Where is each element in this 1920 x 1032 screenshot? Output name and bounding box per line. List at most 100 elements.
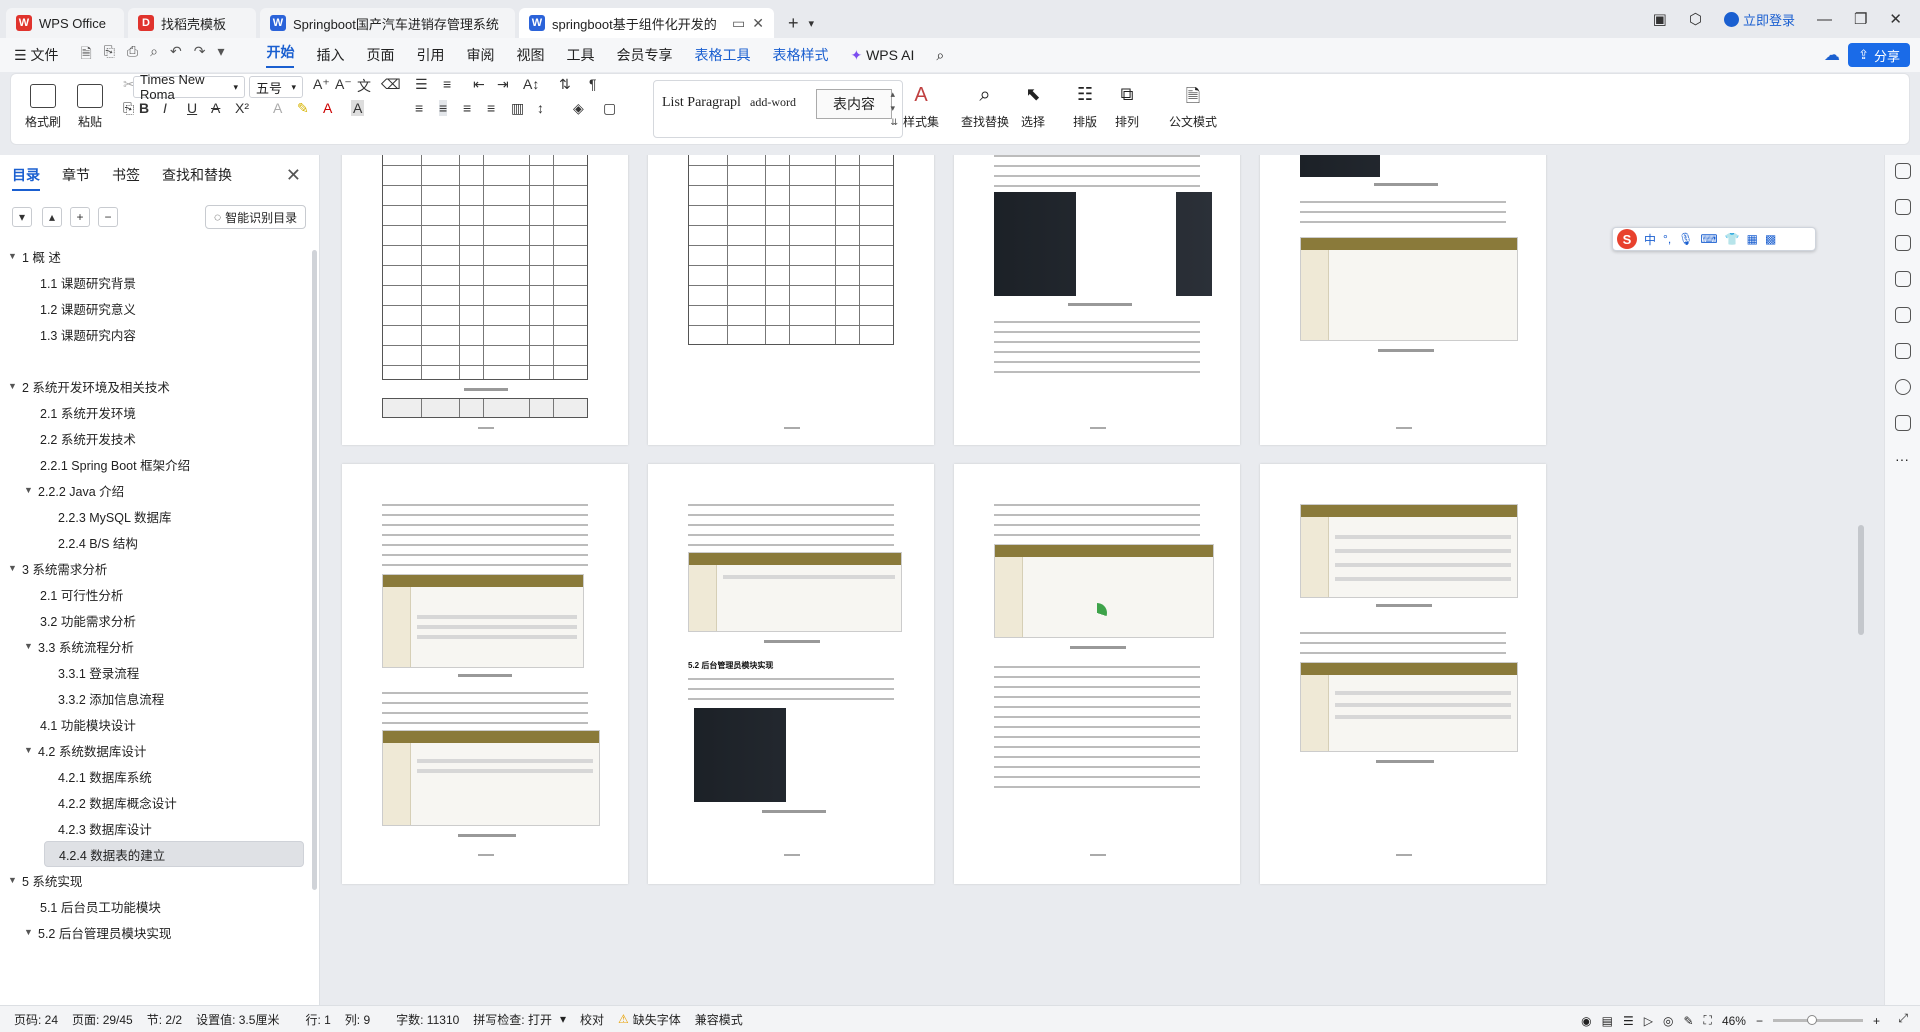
toc-item[interactable]: 3.3.2 添加信息流程 [0,685,310,711]
tab-table-tools[interactable]: 表格工具 [694,45,750,65]
preview-icon[interactable]: ⌕ [150,43,158,67]
share-button[interactable]: ⇪ 分享 [1848,43,1910,67]
font-size-select[interactable]: 五号 ▾ [249,76,303,98]
remove-heading-icon[interactable]: − [98,207,118,227]
font-color-icon[interactable]: A [323,100,332,116]
toc-item[interactable]: 2.1 可行性分析 [0,581,310,607]
superscript-icon[interactable]: X² [235,100,249,116]
shrink-font-icon[interactable]: A⁻ [335,76,352,93]
zoom-out-icon[interactable]: − [1756,1014,1763,1028]
toc-item[interactable]: ▼ 5.2 后台管理员模块实现 [0,919,310,945]
collapse-all-icon[interactable]: ▾ [12,207,32,227]
punctuation-icon[interactable]: °, [1663,232,1671,246]
indent-icon[interactable]: ⇥ [497,76,509,93]
chevron-down-icon[interactable]: ▼ [8,875,22,885]
play-icon[interactable]: ▷ [1644,1014,1653,1028]
toc-item[interactable]: 2.2 系统开发技术 [0,425,310,451]
nav-tab-bookmark[interactable]: 书签 [112,165,140,191]
close-icon[interactable]: ✕ [286,165,301,186]
cloud-icon[interactable]: ☁ [1824,45,1840,65]
window-close-icon[interactable]: ✕ [1889,10,1902,28]
bold-icon[interactable]: B [139,100,149,116]
wps-ai-button[interactable]: ✦ WPS AI [850,47,914,64]
toc-item[interactable]: 1.1 课题研究背景 [0,269,310,295]
toc-item[interactable]: 2.2.4 B/S 结构 [0,529,310,555]
share-doc-icon[interactable] [1895,415,1911,431]
help-icon[interactable] [1895,379,1911,395]
chevron-down-icon[interactable]: ▾ [217,43,224,67]
tab-doc-1[interactable]: W Springboot国产汽车进销存管理系统 [260,8,515,38]
nav-tab-find-replace[interactable]: 查找和替换 [162,165,232,191]
tab-member[interactable]: 会员专享 [616,45,672,65]
format-painter-button[interactable]: 格式刷 [25,84,61,130]
toc-item[interactable]: 4.2.4 数据表的建立 [44,841,304,867]
pen-icon[interactable] [1895,199,1911,215]
show-marks-icon[interactable]: ¶ [589,76,597,92]
tab-home[interactable]: 开始 [266,42,295,68]
zoom-value[interactable]: 46% [1722,1014,1746,1028]
style-set-button[interactable]: A 样式集 [903,84,939,130]
fit-icon[interactable]: ⛶ [1704,1013,1712,1028]
paste-button[interactable]: 粘贴 [77,84,103,130]
window-list-icon[interactable]: ▣ [1653,10,1667,28]
chevron-down-icon[interactable]: ▾ [560,1012,566,1026]
shading-icon[interactable]: ◈ [573,100,584,117]
add-heading-icon[interactable]: + [70,207,90,227]
toc-item[interactable]: 2.2.3 MySQL 数据库 [0,503,310,529]
char-shading-icon[interactable]: A [351,100,365,116]
redo-icon[interactable]: ↷ [194,43,206,67]
bullets-icon[interactable]: ☰ [415,76,428,93]
toc-item[interactable]: 5.1 后台员工功能模块 [0,893,310,919]
tab-wps-office[interactable]: W WPS Office [6,8,124,38]
toc-item[interactable]: ▼ 4.2 系统数据库设计 [0,737,310,763]
search-icon[interactable]: ⌕ [936,47,944,64]
expand-icon[interactable] [1895,163,1911,179]
minimize-icon[interactable]: — [1817,11,1832,28]
chevron-down-icon[interactable]: ▼ [8,563,22,573]
spell-check[interactable]: 拼写检查: 打开 [473,1011,552,1028]
justify-icon[interactable]: ≡ [487,100,495,116]
web-icon[interactable]: ◎ [1663,1014,1673,1028]
toolbox-icon[interactable]: ▦ [1747,232,1758,246]
fullscreen-icon[interactable]: ⤢ [1898,1011,1908,1026]
row-value[interactable]: 行: 1 [305,1011,330,1028]
highlight-icon[interactable]: ✎ [297,100,309,117]
toc-item[interactable]: ▼ 1 概 述 [0,243,310,269]
compat-mode[interactable]: 兼容模式 [695,1011,743,1028]
toc-item[interactable]: 2.1 系统开发环境 [0,399,310,425]
toc-scrollbar[interactable] [312,250,317,890]
sort-icon[interactable]: ⇅ [559,76,571,93]
login-button[interactable]: 立即登录 [1723,10,1795,29]
layout-button[interactable]: ☷ 排版 [1073,84,1097,130]
tab-doc-2[interactable]: W springboot基于组件化开发的 ▭ ✕ [519,8,774,38]
line-spacing-icon[interactable]: ↕ [537,100,544,116]
distribute-icon[interactable]: ▥ [511,100,524,117]
align-right-icon[interactable]: ≡ [463,100,471,116]
chevron-down-icon[interactable]: ▼ [24,641,38,651]
new-tab-icon[interactable]: + [788,13,799,34]
toc-item[interactable]: 4.1 功能模块设计 [0,711,310,737]
tab-view[interactable]: 视图 [516,45,544,65]
more-icon[interactable]: ··· [1895,451,1911,467]
chevron-down-icon[interactable]: ▼ [8,381,22,391]
tab-review[interactable]: 审阅 [466,45,494,65]
toc-item[interactable]: 4.2.2 数据库概念设计 [0,789,310,815]
toc-item[interactable]: 4.2.1 数据库系统 [0,763,310,789]
print-icon[interactable]: ⎙ [127,43,138,67]
tab-tools[interactable]: 工具 [566,45,594,65]
chevron-down-icon[interactable]: ▾ [809,17,815,30]
page-code[interactable]: 页码: 24 [14,1011,58,1028]
align-center-icon[interactable]: ≡ [439,100,448,116]
chevron-down-icon[interactable]: ▼ [24,485,38,495]
tab-table-style[interactable]: 表格样式 [772,45,828,65]
nav-tab-chapter[interactable]: 章节 [62,165,90,191]
save-icon[interactable]: 🗎 [80,43,91,67]
toc-item[interactable]: ▼ 3 系统需求分析 [0,555,310,581]
zoom-in-icon[interactable]: + [1873,1014,1880,1028]
eye-icon[interactable]: ◉ [1581,1014,1591,1028]
nav-tab-toc[interactable]: 目录 [12,165,40,191]
toc-item[interactable]: ▼ 5 系统实现 [0,867,310,893]
pointer-icon[interactable] [1895,235,1911,251]
page-view-icon[interactable]: ▤ [1602,1014,1613,1028]
grow-font-icon[interactable]: A⁺ [313,76,330,93]
